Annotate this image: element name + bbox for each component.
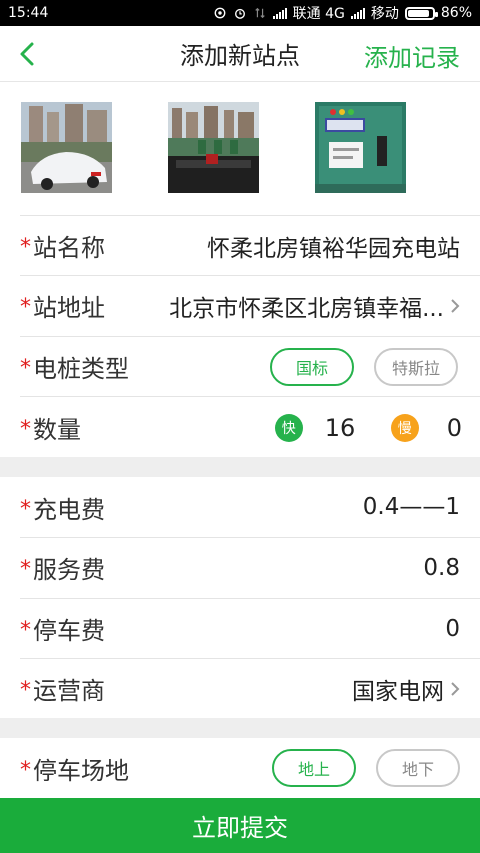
parking-above-ground-option[interactable]: 地上	[271, 749, 356, 787]
carrier-unicom: 联通 4G	[292, 6, 345, 22]
signal-icon-2	[350, 7, 365, 19]
required-mark: *	[20, 356, 31, 381]
station-name-row[interactable]: * 站名称 怀柔北房镇裕华园充电站	[20, 215, 480, 275]
battery-fill	[407, 9, 429, 17]
required-mark: *	[20, 235, 31, 260]
quantity-controls: 快 16 慢 0	[274, 413, 462, 442]
chevron-right-icon	[451, 298, 460, 313]
signal-icon	[272, 7, 287, 19]
section-divider-2	[0, 718, 480, 738]
operator-value-wrap[interactable]: 国家电网	[352, 672, 460, 706]
parking-location-options: 地上 地下	[271, 749, 460, 787]
parking-section: * 停车场地 地上 地下	[0, 738, 480, 798]
parking-location-row: * 停车场地 地上 地下	[20, 738, 480, 798]
station-address-value-wrap[interactable]: 北京市怀柔区北房镇幸福...	[169, 289, 460, 323]
photo-charging-stations[interactable]	[168, 102, 259, 193]
back-arrow-icon[interactable]	[14, 40, 42, 68]
operator-label-text: 运营商	[33, 677, 105, 705]
pile-type-row: * 电桩类型 国标 特斯拉	[20, 336, 480, 396]
status-bar: 15:44 联通 4G 移动 86%	[0, 0, 480, 26]
operator-row[interactable]: * 运营商 国家电网	[20, 658, 480, 718]
slow-charger-badge: 慢	[390, 413, 419, 442]
battery-icon	[404, 6, 438, 20]
status-time: 15:44	[8, 5, 49, 21]
required-mark: *	[20, 417, 31, 442]
fast-charger-count[interactable]: 16	[325, 414, 369, 442]
parking-underground-option[interactable]: 地下	[375, 749, 460, 787]
status-icons: 联通 4G 移动 86%	[213, 3, 472, 23]
data-transfer-icon	[254, 7, 265, 19]
app-header: 添加新站点 添加记录	[0, 26, 480, 82]
parking-location-label: * 停车场地	[20, 751, 129, 786]
service-fee-label-text: 服务费	[33, 556, 105, 584]
alarm-icon	[234, 8, 245, 19]
station-name-label: * 站名称	[20, 228, 105, 263]
station-address-value[interactable]: 北京市怀柔区北房镇幸福...	[169, 289, 444, 323]
photo-charger-panel[interactable]	[315, 102, 406, 193]
required-mark: *	[20, 757, 31, 783]
quantity-row: * 数量 快 16 慢 0	[20, 396, 480, 458]
quantity-label-text: 数量	[33, 416, 81, 444]
station-name-label-text: 站名称	[33, 234, 105, 262]
battery-percent: 86%	[440, 5, 472, 21]
service-fee-label: * 服务费	[20, 550, 105, 585]
required-mark: *	[20, 678, 31, 703]
charging-fee-value[interactable]: 0.4——1	[363, 494, 460, 520]
required-mark: *	[20, 295, 31, 320]
pile-type-tesla-option[interactable]: 特斯拉	[373, 347, 458, 386]
photo-parking-lot[interactable]	[21, 102, 112, 193]
station-name-value[interactable]: 怀柔北房镇裕华园充电站	[207, 229, 460, 263]
station-info-section: * 站名称 怀柔北房镇裕华园充电站 * 站地址 北京市怀柔区北房镇幸福... * 电桩…	[0, 215, 480, 457]
parking-fee-label: * 停车费	[20, 611, 105, 646]
photo-strip	[0, 82, 480, 215]
charging-fee-label: * 充电费	[20, 490, 105, 525]
required-mark: *	[20, 618, 31, 643]
operator-value[interactable]: 国家电网	[352, 672, 444, 706]
station-address-label: * 站地址	[20, 288, 105, 323]
quantity-label: * 数量	[20, 410, 81, 445]
add-record-button[interactable]: 添加记录	[364, 38, 460, 73]
slow-charger-count[interactable]: 0	[447, 414, 462, 442]
station-address-row[interactable]: * 站地址 北京市怀柔区北房镇幸福...	[20, 275, 480, 335]
chevron-right-icon	[451, 681, 460, 696]
parking-fee-row[interactable]: * 停车费 0	[20, 598, 480, 658]
charging-fee-row[interactable]: * 充电费 0.4——1	[20, 477, 480, 537]
station-address-label-text: 站地址	[33, 294, 105, 322]
pile-type-options: 国标 特斯拉	[269, 347, 458, 386]
fee-section: * 充电费 0.4——1 * 服务费 0.8 * 停车费 0 * 运营商 国家电网	[0, 477, 480, 718]
carrier-mobile: 移动	[370, 6, 399, 22]
service-fee-row[interactable]: * 服务费 0.8	[20, 537, 480, 597]
parking-fee-value[interactable]: 0	[445, 616, 460, 642]
pile-type-gb-option[interactable]: 国标	[269, 347, 354, 386]
operator-label: * 运营商	[20, 671, 105, 706]
pile-type-label-text: 电桩类型	[33, 355, 129, 383]
pile-type-label: * 电桩类型	[20, 349, 129, 384]
hotspot-icon	[214, 7, 226, 19]
service-fee-value[interactable]: 0.8	[423, 555, 460, 581]
submit-button[interactable]: 立即提交	[0, 798, 480, 853]
required-mark: *	[20, 496, 31, 522]
section-divider	[0, 457, 480, 477]
required-mark: *	[20, 557, 31, 582]
parking-fee-label-text: 停车费	[33, 617, 105, 645]
parking-location-label-text: 停车场地	[33, 756, 129, 785]
fast-charger-badge: 快	[274, 413, 303, 442]
charging-fee-label-text: 充电费	[33, 495, 105, 524]
